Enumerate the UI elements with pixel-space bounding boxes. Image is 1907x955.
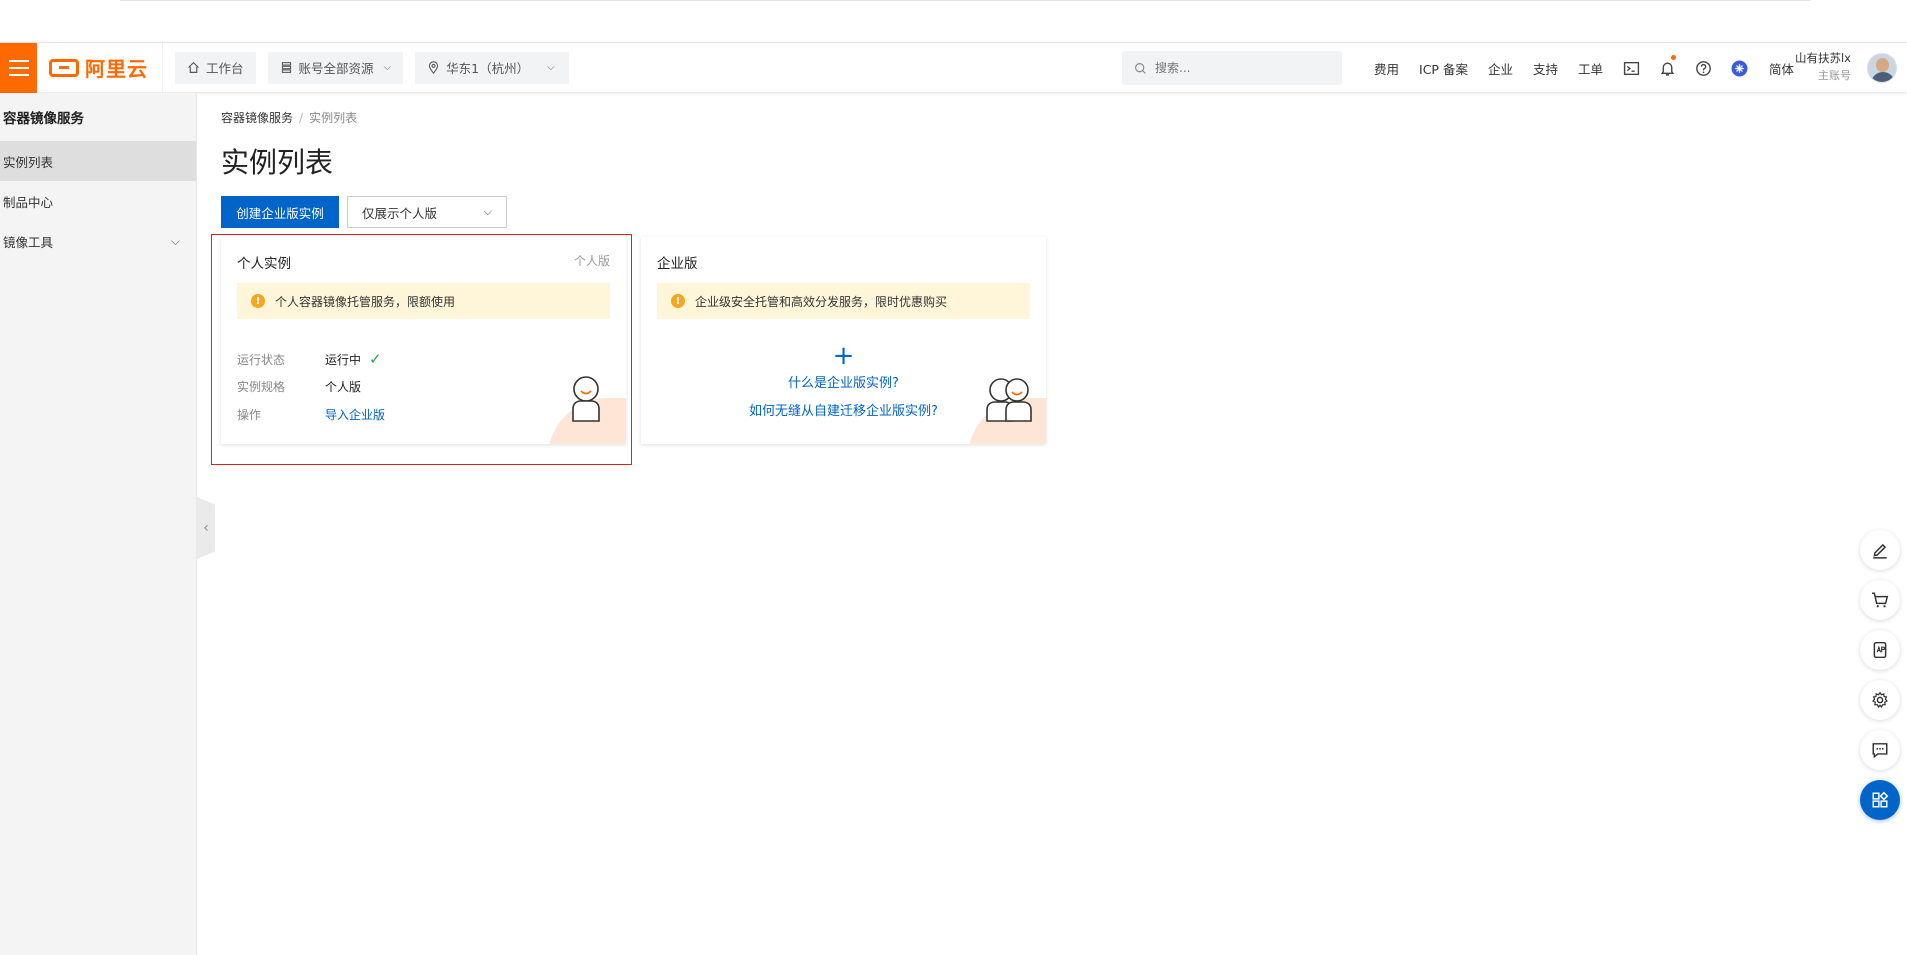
- assistant-icon[interactable]: [1721, 43, 1757, 93]
- chevron-down-icon: ⌵: [483, 205, 492, 218]
- browser-top-strip: [0, 0, 1907, 42]
- icp-link[interactable]: ICP 备案: [1409, 59, 1478, 78]
- edition-filter-value: 仅展示个人版: [362, 205, 438, 221]
- resource-group-select[interactable]: 账号全部资源 ⌵: [267, 51, 404, 84]
- home-icon: [188, 61, 199, 73]
- edition-filter-select[interactable]: 仅展示个人版 ⌵: [347, 196, 507, 228]
- breadcrumb-current: 实例列表: [309, 111, 358, 125]
- card-title: 企业版: [657, 256, 698, 272]
- enterprise-instance-card[interactable]: 企业版 ! 企业级安全托管和高效分发服务，限时优惠购买 + 什么是企业版实例? …: [641, 237, 1046, 444]
- user-name: 山有扶苏lx: [1794, 51, 1851, 65]
- create-enterprise-instance-button[interactable]: 创建企业版实例: [221, 196, 339, 228]
- notice-text: 个人容器镜像托管服务，限额使用: [275, 294, 456, 309]
- spec-value: 个人版: [325, 380, 362, 394]
- sidebar-item-artifact-center[interactable]: 制品中心: [0, 181, 196, 221]
- warning-icon: !: [251, 294, 265, 308]
- operation-key: 操作: [237, 408, 262, 422]
- chat-icon[interactable]: [1860, 730, 1900, 770]
- notice-text: 企业级安全托管和高效分发服务，限时优惠购买: [695, 294, 948, 309]
- spec-row: 实例规格 个人版: [237, 378, 361, 395]
- location-pin-icon: [429, 61, 439, 74]
- group-illustration-icon: [986, 378, 1032, 422]
- sidebar-item-label: 实例列表: [3, 154, 54, 170]
- stack-icon: [281, 62, 291, 73]
- chevron-down-icon: ⌵: [383, 62, 392, 73]
- breadcrumb-root[interactable]: 容器镜像服务: [221, 111, 293, 125]
- enterprise-link[interactable]: 企业: [1478, 59, 1523, 78]
- notification-dot: [1671, 55, 1676, 60]
- chevron-down-icon: ⌵: [170, 233, 180, 248]
- edit-icon[interactable]: [1860, 530, 1900, 570]
- sidebar-collapse-handle[interactable]: ‹: [197, 497, 215, 559]
- spec-key: 实例规格: [237, 380, 286, 394]
- logo-text: 阿里云: [85, 57, 148, 81]
- top-navbar: 阿里云 工作台 账号全部资源 ⌵ 华东1（杭州） ⌵ 费用 ICP 备案 企业 …: [0, 42, 1907, 93]
- floating-toolbar: [1860, 530, 1900, 830]
- import-enterprise-link[interactable]: 导入企业版: [325, 406, 385, 423]
- chevron-down-icon: ⌵: [547, 62, 555, 73]
- status-value: 运行中: [325, 352, 362, 367]
- region-label: 华东1（杭州）: [446, 61, 530, 76]
- logo-mark-icon: [49, 58, 79, 77]
- billing-link[interactable]: 费用: [1364, 59, 1409, 78]
- add-enterprise-icon[interactable]: +: [641, 343, 1046, 369]
- region-select[interactable]: 华东1（杭州） ⌵: [415, 51, 569, 84]
- workbench-button[interactable]: 工作台: [175, 51, 256, 84]
- card-title: 个人实例: [237, 256, 291, 272]
- nav-links: 费用 ICP 备案 企业 支持 工单 简体: [1364, 43, 1804, 93]
- personal-instance-card[interactable]: 个人实例 个人版 ! 个人容器镜像托管服务，限额使用 运行状态 运行中 ✓ 实例规…: [221, 237, 626, 444]
- app-icon[interactable]: [1860, 630, 1900, 670]
- page-title: 实例列表: [221, 146, 334, 179]
- status-key: 运行状态: [237, 352, 286, 367]
- sidebar-item-image-tools[interactable]: 镜像工具 ⌵: [0, 221, 196, 261]
- question-icon[interactable]: [1685, 43, 1721, 93]
- notice-banner: ! 个人容器镜像托管服务，限额使用: [237, 283, 610, 319]
- operation-row: 操作 导入企业版: [237, 406, 385, 423]
- avatar[interactable]: [1867, 53, 1897, 83]
- global-search[interactable]: [1122, 51, 1342, 85]
- breadcrumb-separator: /: [299, 111, 304, 125]
- sidebar-item-instance-list[interactable]: 实例列表: [0, 141, 196, 181]
- sidebar-title: 容器镜像服务: [3, 111, 84, 127]
- workbench-label: 工作台: [206, 61, 244, 76]
- person-illustration-icon: [572, 376, 600, 422]
- bell-icon[interactable]: [1649, 43, 1685, 93]
- edition-tag: 个人版: [573, 254, 610, 268]
- terminal-icon[interactable]: [1613, 43, 1649, 93]
- status-row: 运行状态 运行中 ✓: [237, 350, 382, 368]
- gear-icon[interactable]: [1860, 680, 1900, 720]
- user-role: 主账号: [1818, 69, 1851, 82]
- aliyun-logo[interactable]: 阿里云: [37, 42, 163, 93]
- sidebar-item-label: 制品中心: [3, 194, 54, 210]
- grid-icon[interactable]: [1860, 780, 1900, 820]
- sidebar: 容器镜像服务 实例列表 制品中心 镜像工具 ⌵: [0, 93, 197, 955]
- breadcrumb: 容器镜像服务 / 实例列表: [221, 109, 357, 126]
- search-input[interactable]: [1155, 61, 1325, 75]
- search-icon: [1135, 62, 1146, 74]
- support-link[interactable]: 支持: [1523, 59, 1568, 78]
- hamburger-icon[interactable]: [0, 42, 37, 93]
- notice-banner: ! 企业级安全托管和高效分发服务，限时优惠购买: [657, 283, 1030, 319]
- check-icon: ✓: [369, 350, 382, 368]
- resource-label: 账号全部资源: [298, 61, 374, 76]
- sidebar-item-label: 镜像工具: [3, 234, 54, 250]
- warning-icon: !: [671, 294, 685, 308]
- cart-icon[interactable]: [1860, 580, 1900, 620]
- user-info[interactable]: 山有扶苏lx 主账号: [1795, 49, 1851, 85]
- ticket-link[interactable]: 工单: [1568, 59, 1613, 78]
